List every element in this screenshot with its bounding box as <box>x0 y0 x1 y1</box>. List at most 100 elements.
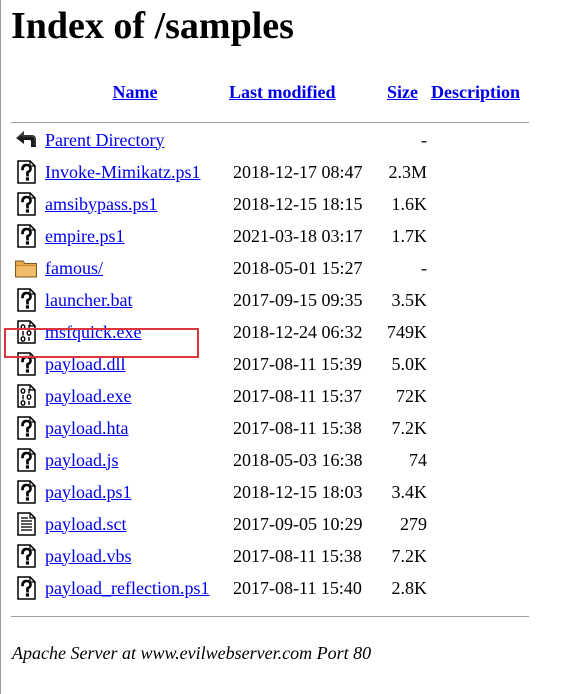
description-cell <box>429 316 529 348</box>
description-cell <box>429 252 529 284</box>
sort-by-size-link[interactable]: Size <box>387 82 418 102</box>
text-file-icon <box>11 508 43 540</box>
back-arrow-icon <box>11 124 43 156</box>
file-link[interactable]: famous/ <box>45 258 103 278</box>
file-row: payload.js 2018-05-03 16:38 74 <box>11 444 529 476</box>
binary-file-icon <box>11 316 43 348</box>
description-cell <box>429 572 529 604</box>
unknown-file-icon <box>11 444 43 476</box>
file-row: payload.exe 2017-08-11 15:37 72K <box>11 380 529 412</box>
size-cell: 74 <box>409 449 427 470</box>
unknown-file-icon <box>11 540 43 572</box>
parent-directory-size: - <box>421 129 427 150</box>
last-modified-cell: 2017-08-11 15:37 <box>233 385 362 406</box>
size-cell: 749K <box>387 321 427 342</box>
file-link[interactable]: payload.vbs <box>45 546 131 566</box>
page-title: Index of /samples <box>11 5 294 47</box>
size-cell: 279 <box>400 513 427 534</box>
folder-icon <box>11 252 43 284</box>
file-link[interactable]: payload.hta <box>45 418 128 438</box>
column-header-last-modified: Last modified <box>227 76 385 108</box>
description-cell <box>429 444 529 476</box>
unknown-file-icon <box>11 156 43 188</box>
file-link[interactable]: payload.exe <box>45 386 131 406</box>
description-cell <box>429 188 529 220</box>
size-cell: 7.2K <box>391 545 428 566</box>
parent-directory-link[interactable]: Parent Directory <box>45 130 164 150</box>
sort-by-last-modified-link[interactable]: Last modified <box>229 82 336 102</box>
unknown-file-icon <box>11 348 43 380</box>
file-link[interactable]: msfquick.exe <box>45 322 141 342</box>
file-row: payload.hta 2017-08-11 15:38 7.2K <box>11 412 529 444</box>
last-modified-cell: 2017-08-11 15:39 <box>233 353 362 374</box>
file-link[interactable]: payload_reflection.ps1 <box>45 578 209 598</box>
size-cell: 2.3M <box>388 161 427 182</box>
file-link[interactable]: payload.dll <box>45 354 125 374</box>
last-modified-cell: 2021-03-18 03:17 <box>233 225 363 246</box>
parent-directory-row: Parent Directory - <box>11 124 529 156</box>
last-modified-cell: 2017-09-15 09:35 <box>233 289 363 310</box>
last-modified-cell: 2018-05-01 15:27 <box>233 257 363 278</box>
size-cell: 3.5K <box>391 289 428 310</box>
file-link[interactable]: amsibypass.ps1 <box>45 194 158 214</box>
last-modified-cell: 2017-08-11 15:40 <box>233 577 362 598</box>
description-cell <box>429 348 529 380</box>
size-cell: - <box>421 257 427 278</box>
last-modified-cell: 2018-12-17 08:47 <box>233 161 363 182</box>
column-header-size: Size <box>385 76 429 108</box>
last-modified-cell: 2017-08-11 15:38 <box>233 417 362 438</box>
unknown-file-icon <box>11 572 43 604</box>
last-modified-cell: 2018-12-15 18:15 <box>233 193 363 214</box>
sort-by-name-link[interactable]: Name <box>113 82 158 102</box>
sort-by-description-link[interactable]: Description <box>431 82 520 102</box>
file-row: payload_reflection.ps1 2017-08-11 15:40 2.… <box>11 572 529 604</box>
unknown-file-icon <box>11 188 43 220</box>
unknown-file-icon <box>11 412 43 444</box>
description-cell <box>429 476 529 508</box>
size-cell: 3.4K <box>391 481 428 502</box>
last-modified-cell: 2017-08-11 15:38 <box>233 545 362 566</box>
last-modified-cell: 2018-12-24 06:32 <box>233 321 363 342</box>
size-cell: 5.0K <box>391 353 428 374</box>
file-row: payload.ps1 2018-12-15 18:03 3.4K <box>11 476 529 508</box>
file-link[interactable]: payload.ps1 <box>45 482 131 502</box>
file-link[interactable]: Invoke-Mimikatz.ps1 <box>45 162 200 182</box>
header-divider <box>11 121 529 123</box>
size-cell: 72K <box>396 385 427 406</box>
size-cell: 1.6K <box>391 193 428 214</box>
file-row: amsibypass.ps1 2018-12-15 18:15 1.6K <box>11 188 529 220</box>
file-row: empire.ps1 2021-03-18 03:17 1.7K <box>11 220 529 252</box>
column-header-description: Description <box>429 76 529 108</box>
last-modified-cell: 2017-09-05 10:29 <box>233 513 363 534</box>
description-cell <box>429 412 529 444</box>
file-link[interactable]: payload.sct <box>45 514 126 534</box>
unknown-file-icon <box>11 220 43 252</box>
server-signature: Apache Server at www.evilwebserver.com P… <box>12 643 372 663</box>
size-cell: 7.2K <box>391 417 428 438</box>
description-cell <box>429 284 529 316</box>
description-cell <box>429 156 529 188</box>
file-row: Invoke-Mimikatz.ps1 2018-12-17 08:47 2.3M <box>11 156 529 188</box>
file-row: msfquick.exe 2018-12-24 06:32 749K <box>11 316 529 348</box>
size-cell: 1.7K <box>391 225 428 246</box>
unknown-file-icon <box>11 476 43 508</box>
last-modified-cell: 2018-05-03 16:38 <box>233 449 363 470</box>
description-cell <box>429 540 529 572</box>
last-modified-cell: 2018-12-15 18:03 <box>233 481 363 502</box>
file-listing-table: Name Last modified Size Description Pare… <box>11 76 529 618</box>
file-link[interactable]: empire.ps1 <box>45 226 124 246</box>
size-cell: 2.8K <box>391 577 428 598</box>
file-link[interactable]: payload.js <box>45 450 119 470</box>
header-row: Name Last modified Size Description <box>11 76 529 108</box>
file-row: payload.dll 2017-08-11 15:39 5.0K <box>11 348 529 380</box>
unknown-file-icon <box>11 284 43 316</box>
description-cell <box>429 380 529 412</box>
file-row: payload.sct 2017-09-05 10:29 279 <box>11 508 529 540</box>
file-row: famous/2018-05-01 15:27 - <box>11 252 529 284</box>
file-row: payload.vbs 2017-08-11 15:38 7.2K <box>11 540 529 572</box>
file-link[interactable]: launcher.bat <box>45 290 132 310</box>
footer-divider <box>11 615 529 617</box>
binary-file-icon <box>11 380 43 412</box>
column-header-name: Name <box>43 76 227 108</box>
icon-header <box>11 76 43 108</box>
